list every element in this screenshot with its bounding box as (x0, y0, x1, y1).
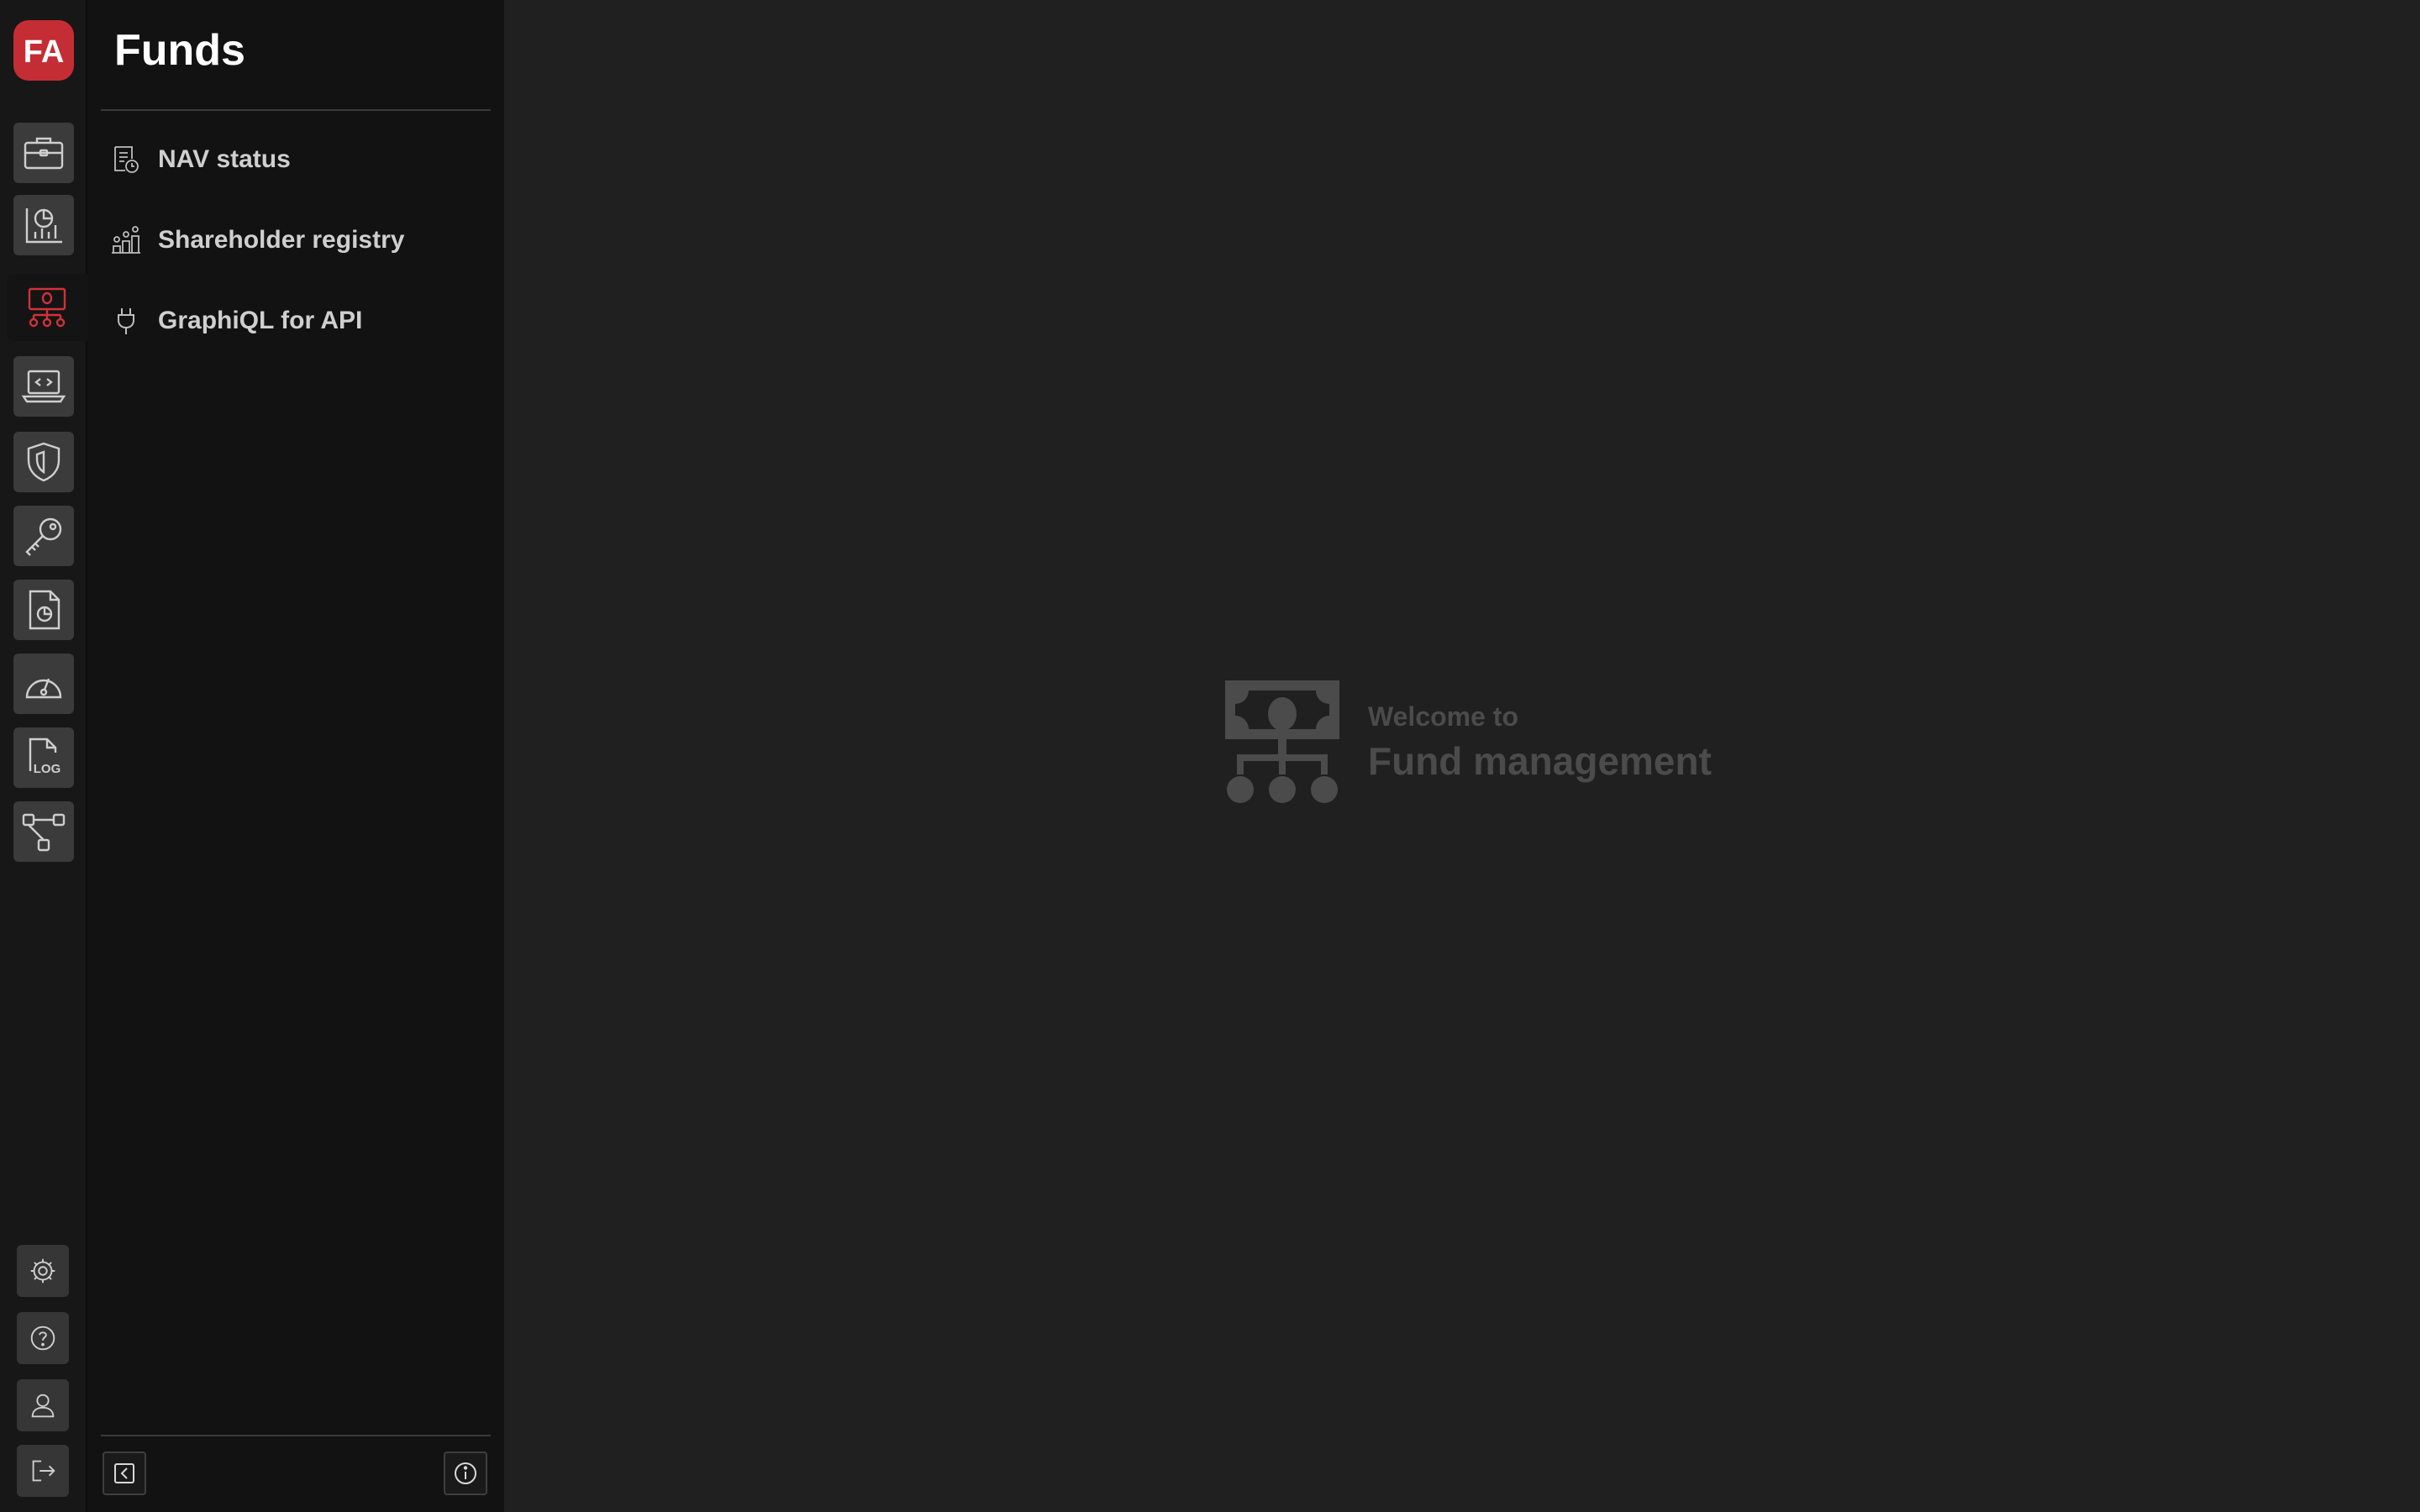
rail-item-security[interactable] (13, 432, 74, 492)
flow-icon (22, 813, 66, 852)
rail-item-workflows[interactable] (13, 801, 74, 862)
rail-item-analytics[interactable] (13, 195, 74, 255)
sidebar: Funds NAV status Shareholder registry Gr… (87, 0, 504, 1512)
briefcase-icon (24, 137, 64, 170)
welcome-text: Welcome to Fund management (1368, 700, 1712, 785)
plug-icon (109, 304, 143, 338)
sidebar-item-shareholder-registry[interactable]: Shareholder registry (101, 207, 491, 274)
sidebar-divider-bottom (101, 1435, 491, 1436)
app-window: FA LOG Funds NAV status Shareholder regi… (0, 0, 2420, 1512)
svg-text:LOG: LOG (34, 762, 61, 776)
rail-item-funds[interactable] (7, 274, 87, 341)
document-chart-icon (29, 590, 60, 630)
rail-help[interactable] (17, 1312, 69, 1364)
people-chart-icon (109, 223, 143, 257)
info-icon (455, 1462, 476, 1484)
rail-item-portfolio[interactable] (13, 123, 74, 183)
sidebar-item-label: NAV status (158, 145, 291, 173)
money-network-icon (1225, 680, 1339, 803)
sidebar-item-graphiql[interactable]: GraphiQL for API (101, 287, 491, 354)
rail-profile[interactable] (17, 1379, 69, 1431)
rail-item-logs[interactable]: LOG (13, 727, 74, 788)
info-button[interactable] (444, 1452, 487, 1495)
rail-logout[interactable] (17, 1445, 69, 1497)
sidebar-item-label: GraphiQL for API (158, 307, 363, 334)
report-clock-icon (109, 143, 143, 176)
rail-item-developer[interactable] (13, 356, 74, 417)
rail-settings[interactable] (17, 1245, 69, 1297)
fa-logo[interactable]: FA (13, 20, 74, 81)
question-icon (30, 1326, 55, 1351)
user-icon (31, 1394, 55, 1418)
logout-icon (32, 1460, 55, 1482)
welcome-title: Fund management (1368, 739, 1712, 783)
icon-rail: FA LOG (0, 0, 87, 1512)
sidebar-item-label: Shareholder registry (158, 226, 405, 254)
welcome-panel: Welcome to Fund management (1222, 680, 1712, 805)
svg-text:FA: FA (24, 34, 65, 70)
main-content: Welcome to Fund management (504, 0, 2420, 1512)
gauge-icon (25, 678, 62, 699)
fa-logo-mark: FA (24, 34, 65, 70)
shield-icon (27, 442, 60, 482)
chart-pie-icon (25, 208, 62, 244)
rail-item-keys[interactable] (13, 506, 74, 566)
gear-icon (30, 1258, 55, 1284)
sidebar-title: Funds (114, 26, 245, 75)
log-file-icon: LOG (29, 738, 61, 776)
sidebar-divider-top (101, 109, 491, 111)
laptop-code-icon (21, 370, 66, 403)
sidebar-item-nav-status[interactable]: NAV status (101, 126, 491, 193)
rail-item-reports[interactable] (13, 580, 74, 640)
welcome-subtitle: Welcome to (1368, 701, 1518, 732)
collapse-left-icon (114, 1463, 134, 1483)
rail-item-dashboard[interactable] (13, 654, 74, 714)
key-icon (25, 517, 62, 556)
collapse-sidebar-button[interactable] (103, 1452, 146, 1495)
money-network-icon (28, 287, 66, 328)
